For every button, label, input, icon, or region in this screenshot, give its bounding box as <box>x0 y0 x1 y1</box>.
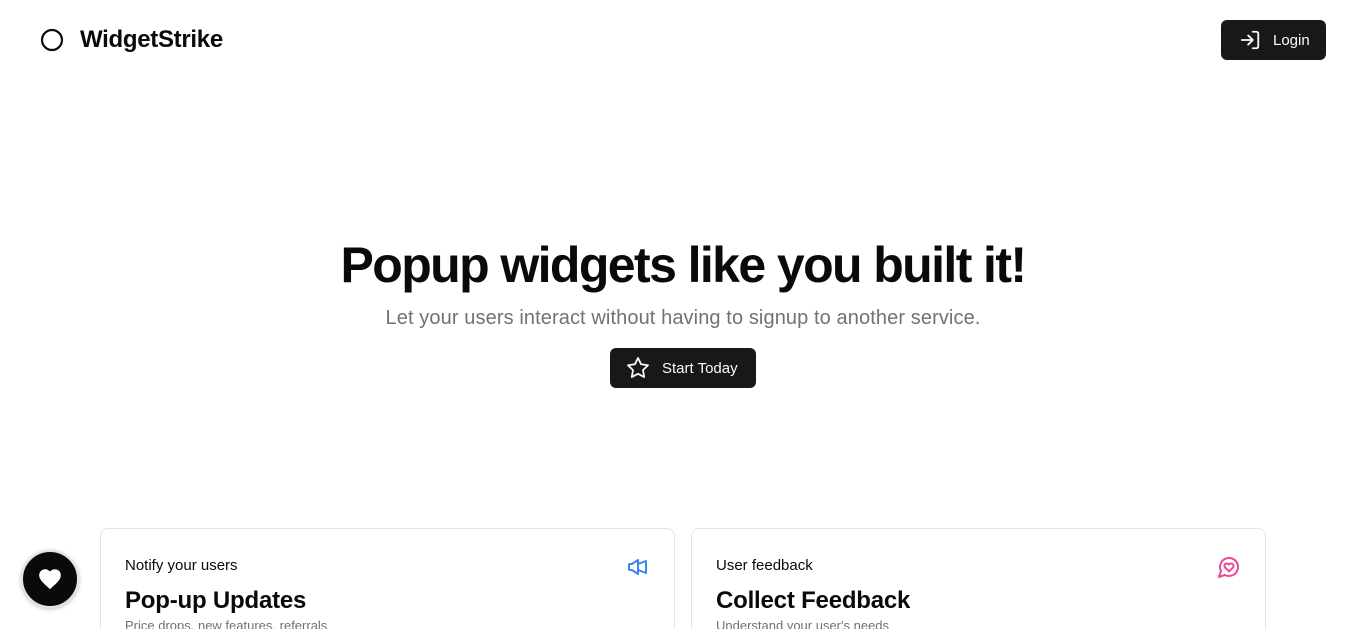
feature-card-feedback: User feedback Collect Feedback Understan… <box>691 528 1266 629</box>
login-label: Login <box>1273 31 1310 49</box>
hero-subtitle: Let your users interact without having t… <box>385 307 981 329</box>
hero-section: Popup widgets like you built it! Let you… <box>0 236 1366 330</box>
card-label: User feedback <box>716 557 813 574</box>
brand-name: WidgetStrike <box>80 26 223 53</box>
login-button[interactable]: Login <box>1221 20 1326 60</box>
log-in-icon <box>1239 29 1261 51</box>
start-today-button[interactable]: Start Today <box>610 348 756 388</box>
site-header: WidgetStrike Login <box>0 0 1366 80</box>
feature-card-updates: Notify your users Pop-up Updates Price d… <box>100 528 675 629</box>
widget-launcher-button[interactable] <box>21 550 79 608</box>
card-title: Pop-up Updates <box>125 587 307 614</box>
megaphone-icon <box>626 555 650 579</box>
star-icon <box>626 356 650 380</box>
brand-logo[interactable]: WidgetStrike <box>40 26 223 54</box>
hero-title: Popup widgets like you built it! <box>340 237 1028 293</box>
message-heart-icon <box>1217 555 1241 579</box>
card-description: Price drops, new features, referrals <box>125 618 328 629</box>
card-title: Collect Feedback <box>716 587 911 614</box>
card-description: Understand your user's needs <box>716 618 890 629</box>
circle-icon <box>40 28 64 52</box>
card-label: Notify your users <box>125 557 238 574</box>
start-today-label: Start Today <box>662 359 738 377</box>
heart-icon <box>37 566 63 592</box>
